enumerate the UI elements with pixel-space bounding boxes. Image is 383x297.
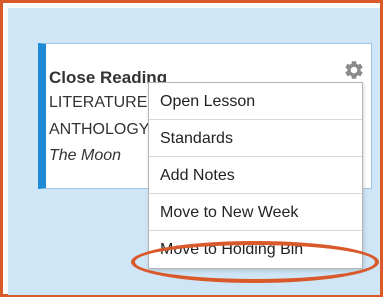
lesson-context-menu: Open Lesson Standards Add Notes Move to …	[148, 82, 363, 269]
lesson-text-title: The Moon	[49, 147, 122, 164]
menu-item-move-to-holding-bin[interactable]: Move to Holding Bin	[149, 231, 362, 268]
menu-item-open-lesson[interactable]: Open Lesson	[149, 83, 362, 120]
menu-item-standards[interactable]: Standards	[149, 120, 362, 157]
lesson-category-line: LITERATURE	[49, 94, 148, 111]
lesson-subcategory-line: ANTHOLOGY	[49, 121, 150, 138]
screenshot-frame: Close Reading LITERATURE ANTHOLOGY The M…	[0, 0, 383, 297]
gear-icon[interactable]	[343, 59, 365, 81]
menu-item-move-to-new-week[interactable]: Move to New Week	[149, 194, 362, 231]
menu-item-add-notes[interactable]: Add Notes	[149, 157, 362, 194]
